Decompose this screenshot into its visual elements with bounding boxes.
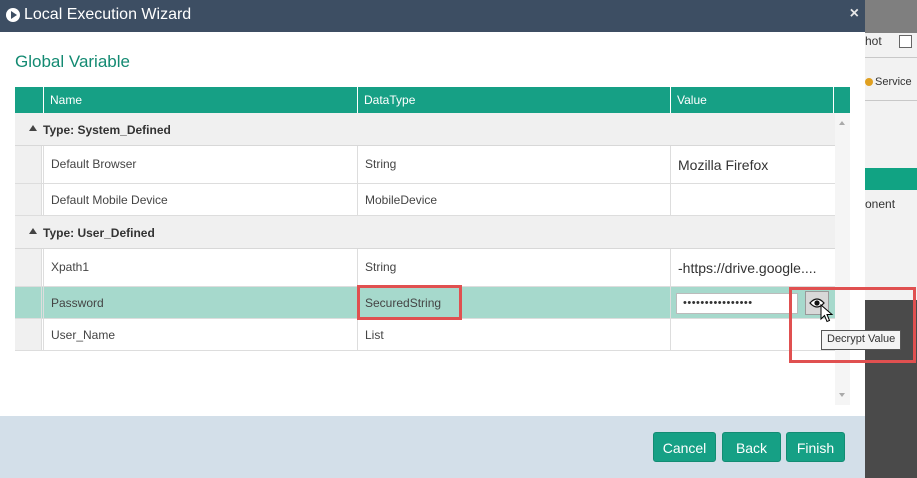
background-green-bar	[865, 168, 917, 190]
group-row-user-defined[interactable]: Type: User_Defined	[15, 216, 835, 249]
background-service-item: Service	[865, 76, 912, 88]
column-header-value[interactable]: Value	[670, 87, 833, 113]
background-app-header	[865, 0, 917, 33]
grid-body: Type: System_Defined Default Browser Str…	[15, 113, 835, 351]
mouse-cursor-icon	[820, 304, 834, 323]
table-row-selected[interactable]: Password SecuredString ••••••••••••••••	[15, 287, 835, 319]
background-checkbox	[899, 35, 912, 48]
cell-name: Xpath1	[51, 260, 90, 274]
local-execution-wizard-dialog: Local Execution Wizard × Global Variable…	[0, 0, 865, 478]
decrypt-value-tooltip: Decrypt Value	[821, 330, 902, 350]
cell-value[interactable]: -https://drive.google....	[678, 260, 817, 276]
cell-datatype: SecuredString	[365, 296, 442, 310]
grid-header: Name DataType Value	[15, 87, 850, 113]
global-variable-grid: Name DataType Value Type: System_Defined…	[15, 87, 850, 405]
cell-name: Default Browser	[51, 157, 137, 171]
back-button[interactable]: Back	[722, 432, 781, 462]
collapse-triangle-icon[interactable]	[29, 125, 37, 131]
section-title: Global Variable	[15, 52, 130, 71]
group-row-system-defined[interactable]: Type: System_Defined	[15, 113, 835, 146]
collapse-triangle-icon[interactable]	[29, 228, 37, 234]
dialog-title: Local Execution Wizard	[24, 6, 192, 23]
background-text-fragment: onent	[865, 197, 896, 211]
cancel-button[interactable]: Cancel	[653, 432, 716, 462]
play-circle-icon	[6, 8, 20, 22]
close-button[interactable]: ×	[850, 5, 859, 23]
table-row[interactable]: Xpath1 String -https://drive.google....	[15, 249, 835, 287]
grid-scrollbar[interactable]	[835, 113, 850, 405]
group-label: Type: User_Defined	[43, 226, 155, 240]
finish-button[interactable]: Finish	[786, 432, 845, 462]
cell-datatype: List	[365, 328, 384, 342]
cell-datatype: String	[365, 157, 397, 171]
status-dot-icon	[865, 78, 873, 87]
cell-datatype: String	[365, 260, 397, 274]
dialog-titlebar: Local Execution Wizard ×	[0, 0, 865, 32]
background-app: hot Service onent	[865, 0, 917, 478]
scroll-up-icon[interactable]	[839, 121, 845, 125]
cell-name: Default Mobile Device	[51, 193, 168, 207]
cell-value[interactable]: Mozilla Firefox	[678, 157, 768, 173]
scroll-down-icon[interactable]	[839, 393, 845, 397]
dialog-footer: Cancel Back Finish	[0, 416, 865, 478]
table-row[interactable]: Default Browser String Mozilla Firefox	[15, 146, 835, 184]
cell-datatype: MobileDevice	[365, 193, 438, 207]
background-text-fragment: hot	[865, 34, 882, 48]
cell-name: Password	[51, 296, 104, 310]
group-label: Type: System_Defined	[43, 123, 171, 137]
column-header-name[interactable]: Name	[43, 87, 357, 113]
column-header-datatype[interactable]: DataType	[357, 87, 670, 113]
table-row[interactable]: User_Name List	[15, 319, 835, 351]
password-input[interactable]: ••••••••••••••••	[676, 293, 798, 314]
table-row[interactable]: Default Mobile Device MobileDevice	[15, 184, 835, 216]
selector-column-header	[15, 87, 43, 113]
cell-name: User_Name	[51, 328, 116, 342]
